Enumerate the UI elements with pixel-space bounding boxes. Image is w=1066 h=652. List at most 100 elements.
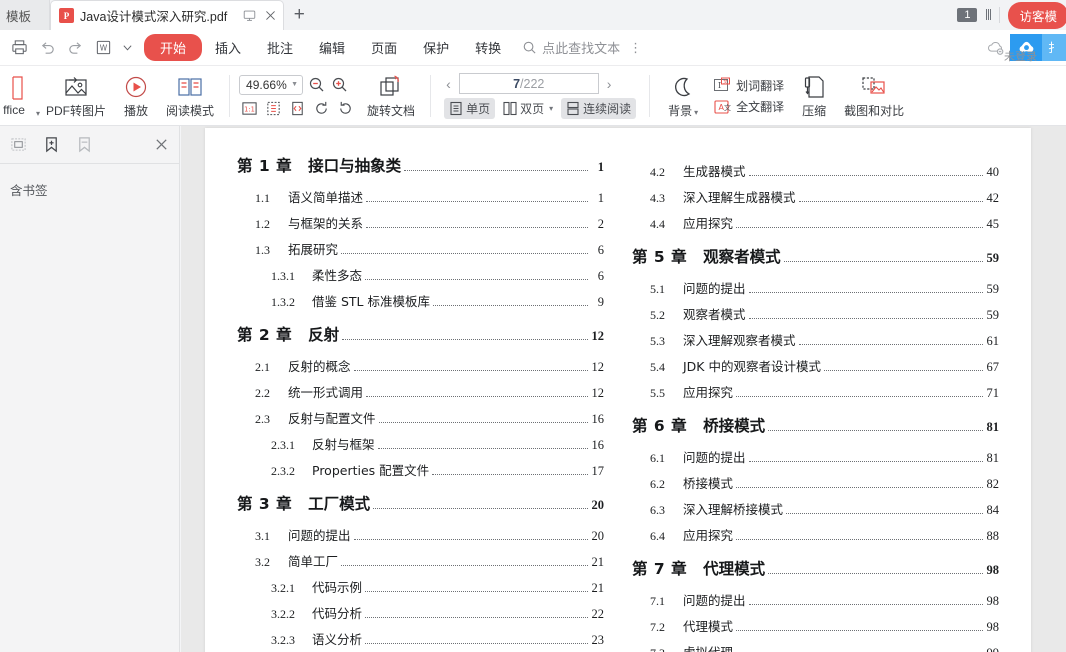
compress-button[interactable]: 压缩 xyxy=(790,68,838,124)
toc-entry-title: 应用探究 xyxy=(683,528,734,543)
tab-close-icon[interactable] xyxy=(264,9,277,22)
toc-entry[interactable]: 5.2 观察者模式 59 xyxy=(632,304,999,323)
toc-entry[interactable]: 3.2.1 代码示例 21 xyxy=(237,577,604,596)
pdf-to-image-label: PDF转图片 xyxy=(46,103,107,118)
rotate-ccw-icon[interactable] xyxy=(336,99,355,118)
guest-mode-button[interactable]: 访客模 xyxy=(1008,1,1066,29)
actual-size-icon[interactable]: 1:1 xyxy=(240,99,259,118)
next-page-button[interactable]: › xyxy=(605,76,614,92)
search-area[interactable]: 点此查找文本 ⋮ xyxy=(522,38,642,57)
toc-page-number: 40 xyxy=(986,165,1000,179)
toc-entry[interactable]: 6.1 问题的提出 81 xyxy=(632,447,999,466)
redo-icon[interactable] xyxy=(62,35,88,61)
toc-entry[interactable]: 2.1 反射的概念 12 xyxy=(237,356,604,375)
toc-entry[interactable]: 1.3.2 借鉴 STL 标准模板库 9 xyxy=(237,291,604,310)
bookmark-icon[interactable] xyxy=(76,136,93,153)
chevron-down-icon[interactable]: ▾ xyxy=(694,108,698,117)
toc-entry[interactable]: 4.2 生成器模式 40 xyxy=(632,161,999,180)
toc-chapter-entry[interactable]: 第 1 章接口与抽象类 1 xyxy=(237,154,604,176)
menu-item-convert[interactable]: 转换 xyxy=(462,34,514,61)
toc-entry[interactable]: 6.4 应用探究 88 xyxy=(632,525,999,544)
toc-entry[interactable]: 3.2.3 语义分析 23 xyxy=(237,629,604,648)
tab-screen-icon[interactable] xyxy=(243,9,256,22)
toc-chapter-entry[interactable]: 第 2 章反射 12 xyxy=(237,323,604,345)
office-convert-button[interactable]: ffice xyxy=(0,68,34,124)
rotate-document-button[interactable]: 旋转文档 xyxy=(361,68,421,124)
menu-item-edit[interactable]: 编辑 xyxy=(306,34,358,61)
toc-entry[interactable]: 2.3.1 反射与框架 16 xyxy=(237,434,604,453)
toc-entry[interactable]: 6.3 深入理解桥接模式 84 xyxy=(632,499,999,518)
save-icon[interactable]: W xyxy=(90,35,116,61)
menu-item-start[interactable]: 开始 xyxy=(144,34,203,61)
toc-entry[interactable]: 2.3.2 Properties 配置文件 17 xyxy=(237,460,604,479)
outline-icon[interactable] xyxy=(10,136,27,153)
chevron-down-icon[interactable]: ▾ xyxy=(549,104,553,113)
page-count-chip[interactable]: 1 xyxy=(957,8,978,22)
toc-chapter-entry[interactable]: 第 5 章观察者模式 59 xyxy=(632,245,999,267)
fit-width-icon[interactable] xyxy=(288,99,307,118)
add-bookmark-icon[interactable] xyxy=(43,136,60,153)
toc-entry[interactable]: 2.2 统一形式调用 12 xyxy=(237,382,604,401)
current-page-value: 7 xyxy=(513,76,521,91)
toc-entry[interactable]: 1.3.1 柔性多态 6 xyxy=(237,265,604,284)
toc-entry[interactable]: 3.1 问题的提出 20 xyxy=(237,525,604,544)
toc-entry[interactable]: 5.4 JDK 中的观察者设计模式 67 xyxy=(632,356,999,375)
background-button[interactable]: 背景 ▾ xyxy=(659,68,707,124)
toc-chapter-entry[interactable]: 第 3 章工厂模式 20 xyxy=(237,492,604,514)
document-viewport[interactable]: 第 1 章接口与抽象类 1 1.1 语义简单描述 1 1.2 与框架的关系 2 1.3 拓展研究 6… xyxy=(181,126,1066,652)
tab-template[interactable]: 模板 xyxy=(0,0,50,30)
view-mode-continuous[interactable]: 连续阅读 xyxy=(561,98,637,119)
toc-entry[interactable]: 1.1 语义简单描述 1 xyxy=(237,187,604,206)
zoom-level-select[interactable]: 49.66% ▼ xyxy=(239,74,304,95)
close-icon[interactable] xyxy=(154,137,169,152)
chevron-down-icon[interactable] xyxy=(118,35,136,61)
toc-entry[interactable]: 6.2 桥接模式 82 xyxy=(632,473,999,492)
search-input[interactable]: 点此查找文本 xyxy=(542,38,620,57)
toc-entry[interactable]: 4.3 深入理解生成器模式 42 xyxy=(632,187,999,206)
toc-entry[interactable]: 5.3 深入理解观察者模式 61 xyxy=(632,330,999,349)
toc-entry[interactable]: 2.3 反射与配置文件 16 xyxy=(237,408,604,427)
toc-entry[interactable]: 4.4 应用探究 45 xyxy=(632,213,999,232)
menu-item-insert[interactable]: 插入 xyxy=(202,34,254,61)
toc-entry[interactable]: 7.2 代理模式 98 xyxy=(632,616,999,635)
toc-entry-title: 应用探究 xyxy=(683,385,734,400)
toc-leader-dots xyxy=(353,370,588,371)
toc-entry[interactable]: 1.2 与框架的关系 2 xyxy=(237,213,604,232)
print-icon[interactable] xyxy=(6,35,32,61)
toc-entry[interactable]: 7.3 虚拟代理 99 xyxy=(632,642,999,652)
toc-leader-dots xyxy=(823,370,983,371)
screenshot-compare-button[interactable]: 截图和对比 xyxy=(838,68,910,124)
toc-entry[interactable]: 1.3 拓展研究 6 xyxy=(237,239,604,258)
rotate-cw-icon[interactable] xyxy=(312,99,331,118)
share-button[interactable]: 扌 xyxy=(1042,34,1066,61)
full-translate-button[interactable]: A文 全文翻译 xyxy=(713,98,784,116)
menu-item-annotate[interactable]: 批注 xyxy=(254,34,306,61)
read-mode-button[interactable]: 阅读模式 xyxy=(160,68,220,124)
play-button[interactable]: 播放 xyxy=(112,68,160,124)
toc-chapter-entry[interactable]: 第 6 章桥接模式 81 xyxy=(632,414,999,436)
toc-entry[interactable]: 5.5 应用探究 71 xyxy=(632,382,999,401)
zoom-in-icon[interactable] xyxy=(330,75,349,94)
view-mode-double-page[interactable]: 双页 ▾ xyxy=(498,98,558,119)
new-tab-button[interactable]: + xyxy=(284,0,314,30)
view-mode-single-page[interactable]: 单页 xyxy=(444,98,496,119)
prev-page-button[interactable]: ‹ xyxy=(444,76,453,92)
menu-item-protect[interactable]: 保护 xyxy=(410,34,462,61)
zoom-out-icon[interactable] xyxy=(307,75,326,94)
page-number-input[interactable]: 7 / 222 xyxy=(458,73,599,94)
toc-entry-title: 桥接模式 xyxy=(683,476,734,491)
pdf-to-image-button[interactable]: PDF转图片 xyxy=(40,68,112,124)
more-options-icon[interactable]: ⋮ xyxy=(629,41,642,54)
word-translate-button[interactable]: I文 划词翻译 xyxy=(713,77,784,95)
toc-entry[interactable]: 3.2.2 代码分析 22 xyxy=(237,603,604,622)
toc-chapter-entry[interactable]: 第 7 章代理模式 98 xyxy=(632,557,999,579)
toc-entry[interactable]: 3.2 简单工厂 21 xyxy=(237,551,604,570)
tab-document[interactable]: P Java设计模式深入研究.pdf xyxy=(50,0,285,30)
menu-item-page[interactable]: 页面 xyxy=(358,34,410,61)
fit-page-icon[interactable] xyxy=(264,99,283,118)
toc-entry[interactable]: 5.1 问题的提出 59 xyxy=(632,278,999,297)
toc-leader-dots xyxy=(373,508,588,509)
toc-entry[interactable]: 7.1 问题的提出 98 xyxy=(632,590,999,609)
undo-icon[interactable] xyxy=(34,35,60,61)
cloud-sync-icon[interactable]: 未登录 xyxy=(986,39,1037,63)
